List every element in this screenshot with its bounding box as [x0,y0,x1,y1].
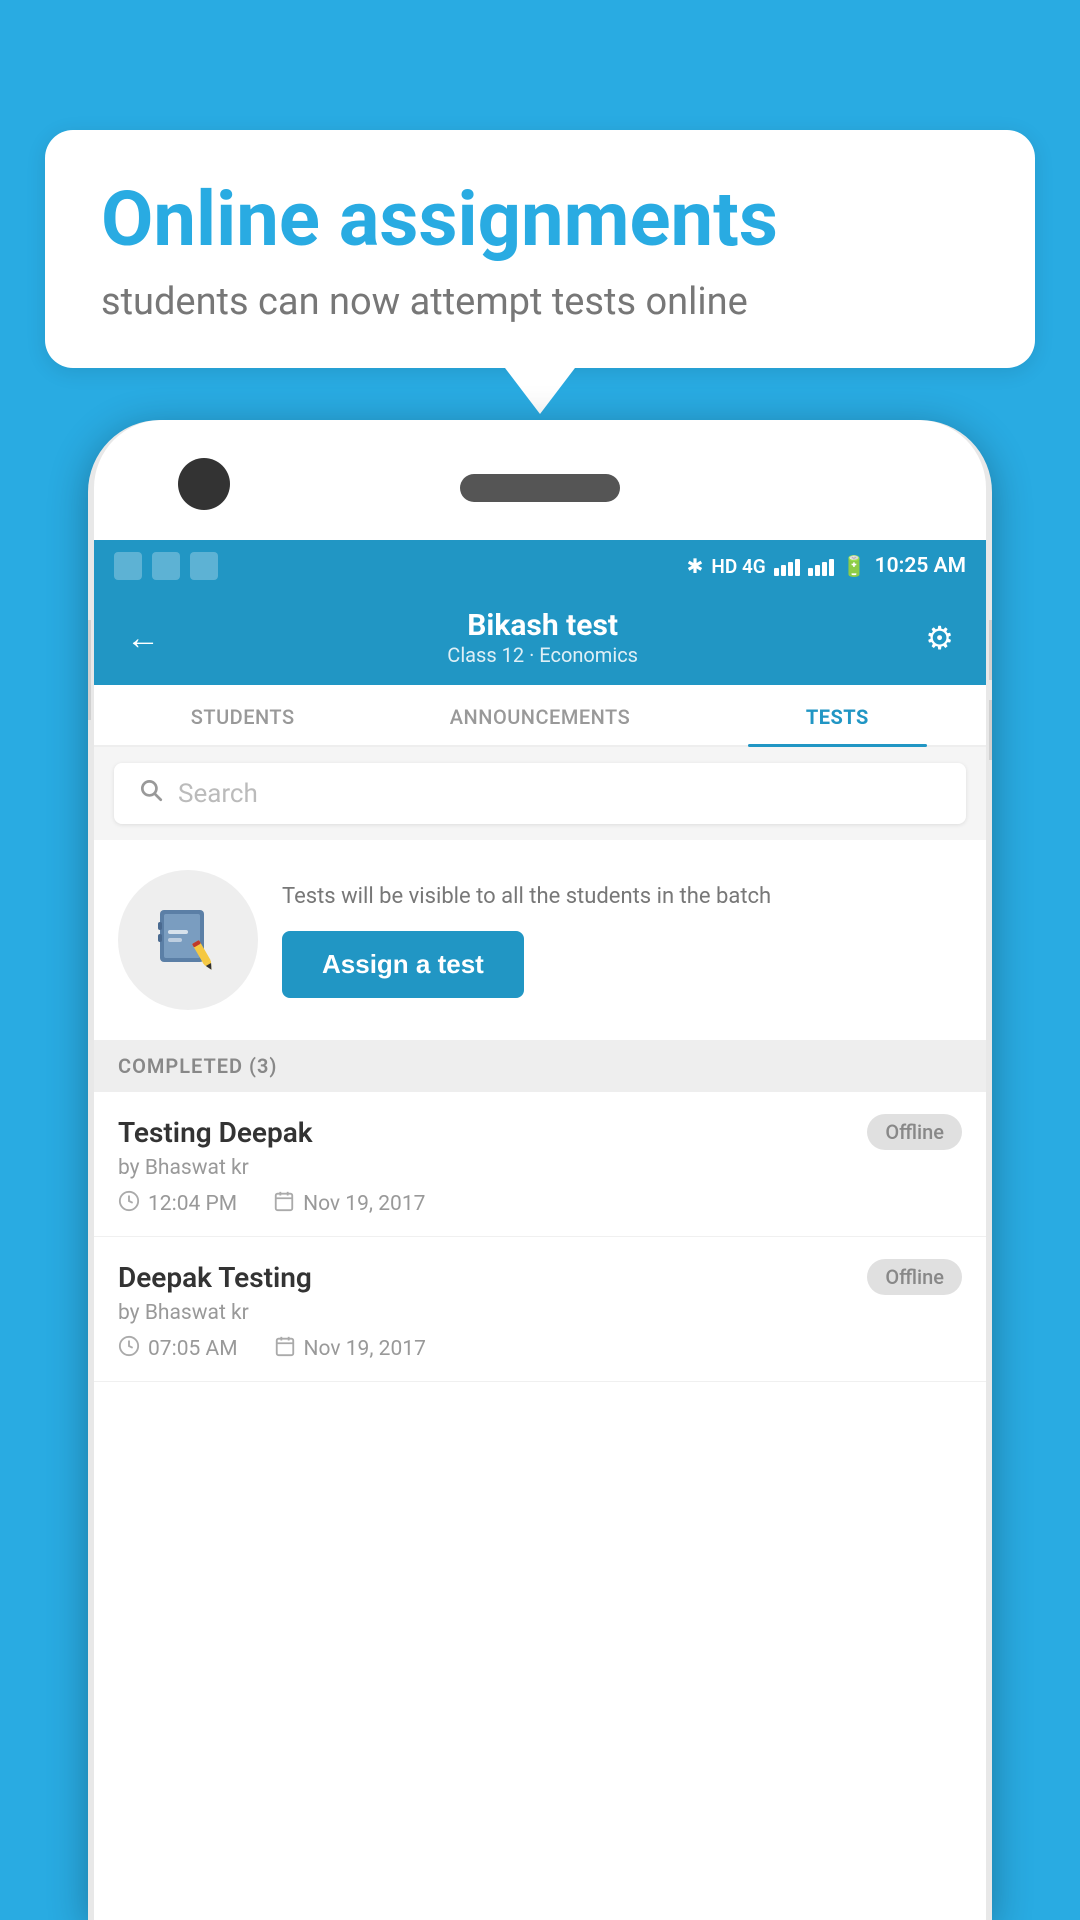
test-name-1: Testing Deepak [118,1116,313,1149]
speech-bubble: Online assignments students can now atte… [45,130,1035,368]
header-subtitle: Class 12 · Economics [447,643,638,667]
test-time-1: 12:04 PM [118,1190,237,1218]
assign-section: Tests will be visible to all the student… [94,840,986,1040]
signal-bar2-4 [829,559,834,576]
signal-bar-2 [781,565,786,576]
tabs: STUDENTS ANNOUNCEMENTS TESTS [94,685,986,747]
test-badge-1: Offline [867,1114,962,1150]
search-box[interactable]: Search [114,763,966,824]
signal-bar-3 [788,562,793,576]
battery-icon: 🔋 [842,554,867,578]
completed-section-header: COMPLETED (3) [94,1040,986,1092]
calendar-icon-2 [274,1335,296,1363]
assign-right: Tests will be visible to all the student… [282,882,962,998]
test-date-2: Nov 19, 2017 [274,1335,426,1363]
side-button-left [88,620,91,720]
header-title: Bikash test [447,608,638,643]
time-display: 10:25 AM [875,554,966,578]
test-name-2: Deepak Testing [118,1261,312,1294]
status-icons-left [114,552,218,580]
test-author-2: by Bhaswat kr [118,1301,962,1325]
search-icon [138,777,164,810]
test-meta-1: 12:04 PM Nov 19, 2017 [118,1190,962,1218]
calendar-icon-1 [273,1190,295,1218]
phone-screen: ✱ HD 4G 🔋 10:25 AM [94,540,986,1920]
settings-button[interactable]: ⚙ [917,615,962,661]
tab-students[interactable]: STUDENTS [94,685,391,745]
signal-bar-4 [795,559,800,576]
notebook-icon [152,904,224,976]
back-button[interactable]: ← [118,614,168,662]
app-header: ← Bikash test Class 12 · Economics ⚙ [94,592,986,685]
clock-icon-1 [118,1190,140,1218]
signal-bar-1 [774,568,779,576]
status-bar: ✱ HD 4G 🔋 10:25 AM [94,540,986,592]
test-item-1: Testing Deepak Offline by Bhaswat kr 12:… [94,1092,986,1237]
status-icon-3 [190,552,218,580]
assign-test-button[interactable]: Assign a test [282,931,524,998]
phone-bezel: ✱ HD 4G 🔋 10:25 AM [94,420,986,1920]
test-item-2-header: Deepak Testing Offline [118,1259,962,1295]
status-icon-1 [114,552,142,580]
bubble-title: Online assignments [101,178,979,262]
test-item-2: Deepak Testing Offline by Bhaswat kr 07:… [94,1237,986,1382]
signal-bars-2 [808,556,834,576]
tab-tests[interactable]: TESTS [689,685,986,745]
signal-bar2-1 [808,568,813,576]
bubble-subtitle: students can now attempt tests online [101,280,979,324]
phone-camera [178,458,230,510]
search-container: Search [94,747,986,840]
phone-frame: ✱ HD 4G 🔋 10:25 AM [88,420,992,1920]
signal-bars [774,556,800,576]
assign-description: Tests will be visible to all the student… [282,882,962,913]
bluetooth-icon: ✱ [687,554,704,578]
side-button-right2 [989,700,992,760]
test-item-1-header: Testing Deepak Offline [118,1114,962,1150]
test-author-1: by Bhaswat kr [118,1156,962,1180]
phone-speaker [460,474,620,502]
search-placeholder: Search [178,779,258,809]
tab-announcements[interactable]: ANNOUNCEMENTS [391,685,688,745]
signal-bar2-2 [815,565,820,576]
assign-icon-circle [118,870,258,1010]
header-center: Bikash test Class 12 · Economics [447,608,638,667]
signal-bar2-3 [822,562,827,576]
test-meta-2: 07:05 AM Nov 19, 2017 [118,1335,962,1363]
test-badge-2: Offline [867,1259,962,1295]
network-label: HD 4G [711,555,765,578]
status-icon-2 [152,552,180,580]
side-button-right [989,620,992,680]
test-time-2: 07:05 AM [118,1335,238,1363]
test-date-1: Nov 19, 2017 [273,1190,425,1218]
clock-icon-2 [118,1335,140,1363]
status-right: ✱ HD 4G 🔋 10:25 AM [687,554,966,578]
